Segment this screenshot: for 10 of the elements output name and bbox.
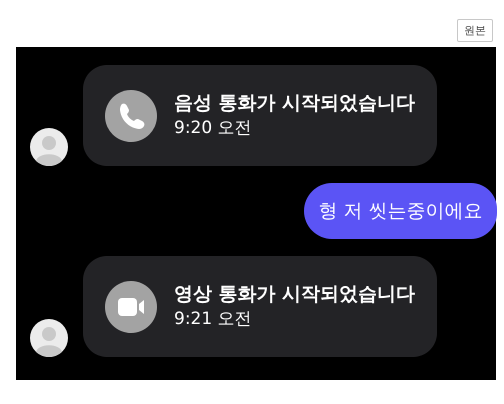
call-title: 영상 통화가 시작되었습니다 [174,282,416,306]
call-time: 9:21 오전 [174,309,253,330]
message-bubble: 형 저 씻는중이에요 [304,183,497,239]
video-camera-icon [105,280,157,332]
call-title: 음성 통화가 시작되었습니다 [174,92,416,116]
phone-icon [105,90,157,142]
avatar-icon [30,319,68,357]
call-time: 9:20 오전 [174,118,253,140]
original-button[interactable]: 원본 [457,19,493,42]
avatar-icon [30,128,68,166]
